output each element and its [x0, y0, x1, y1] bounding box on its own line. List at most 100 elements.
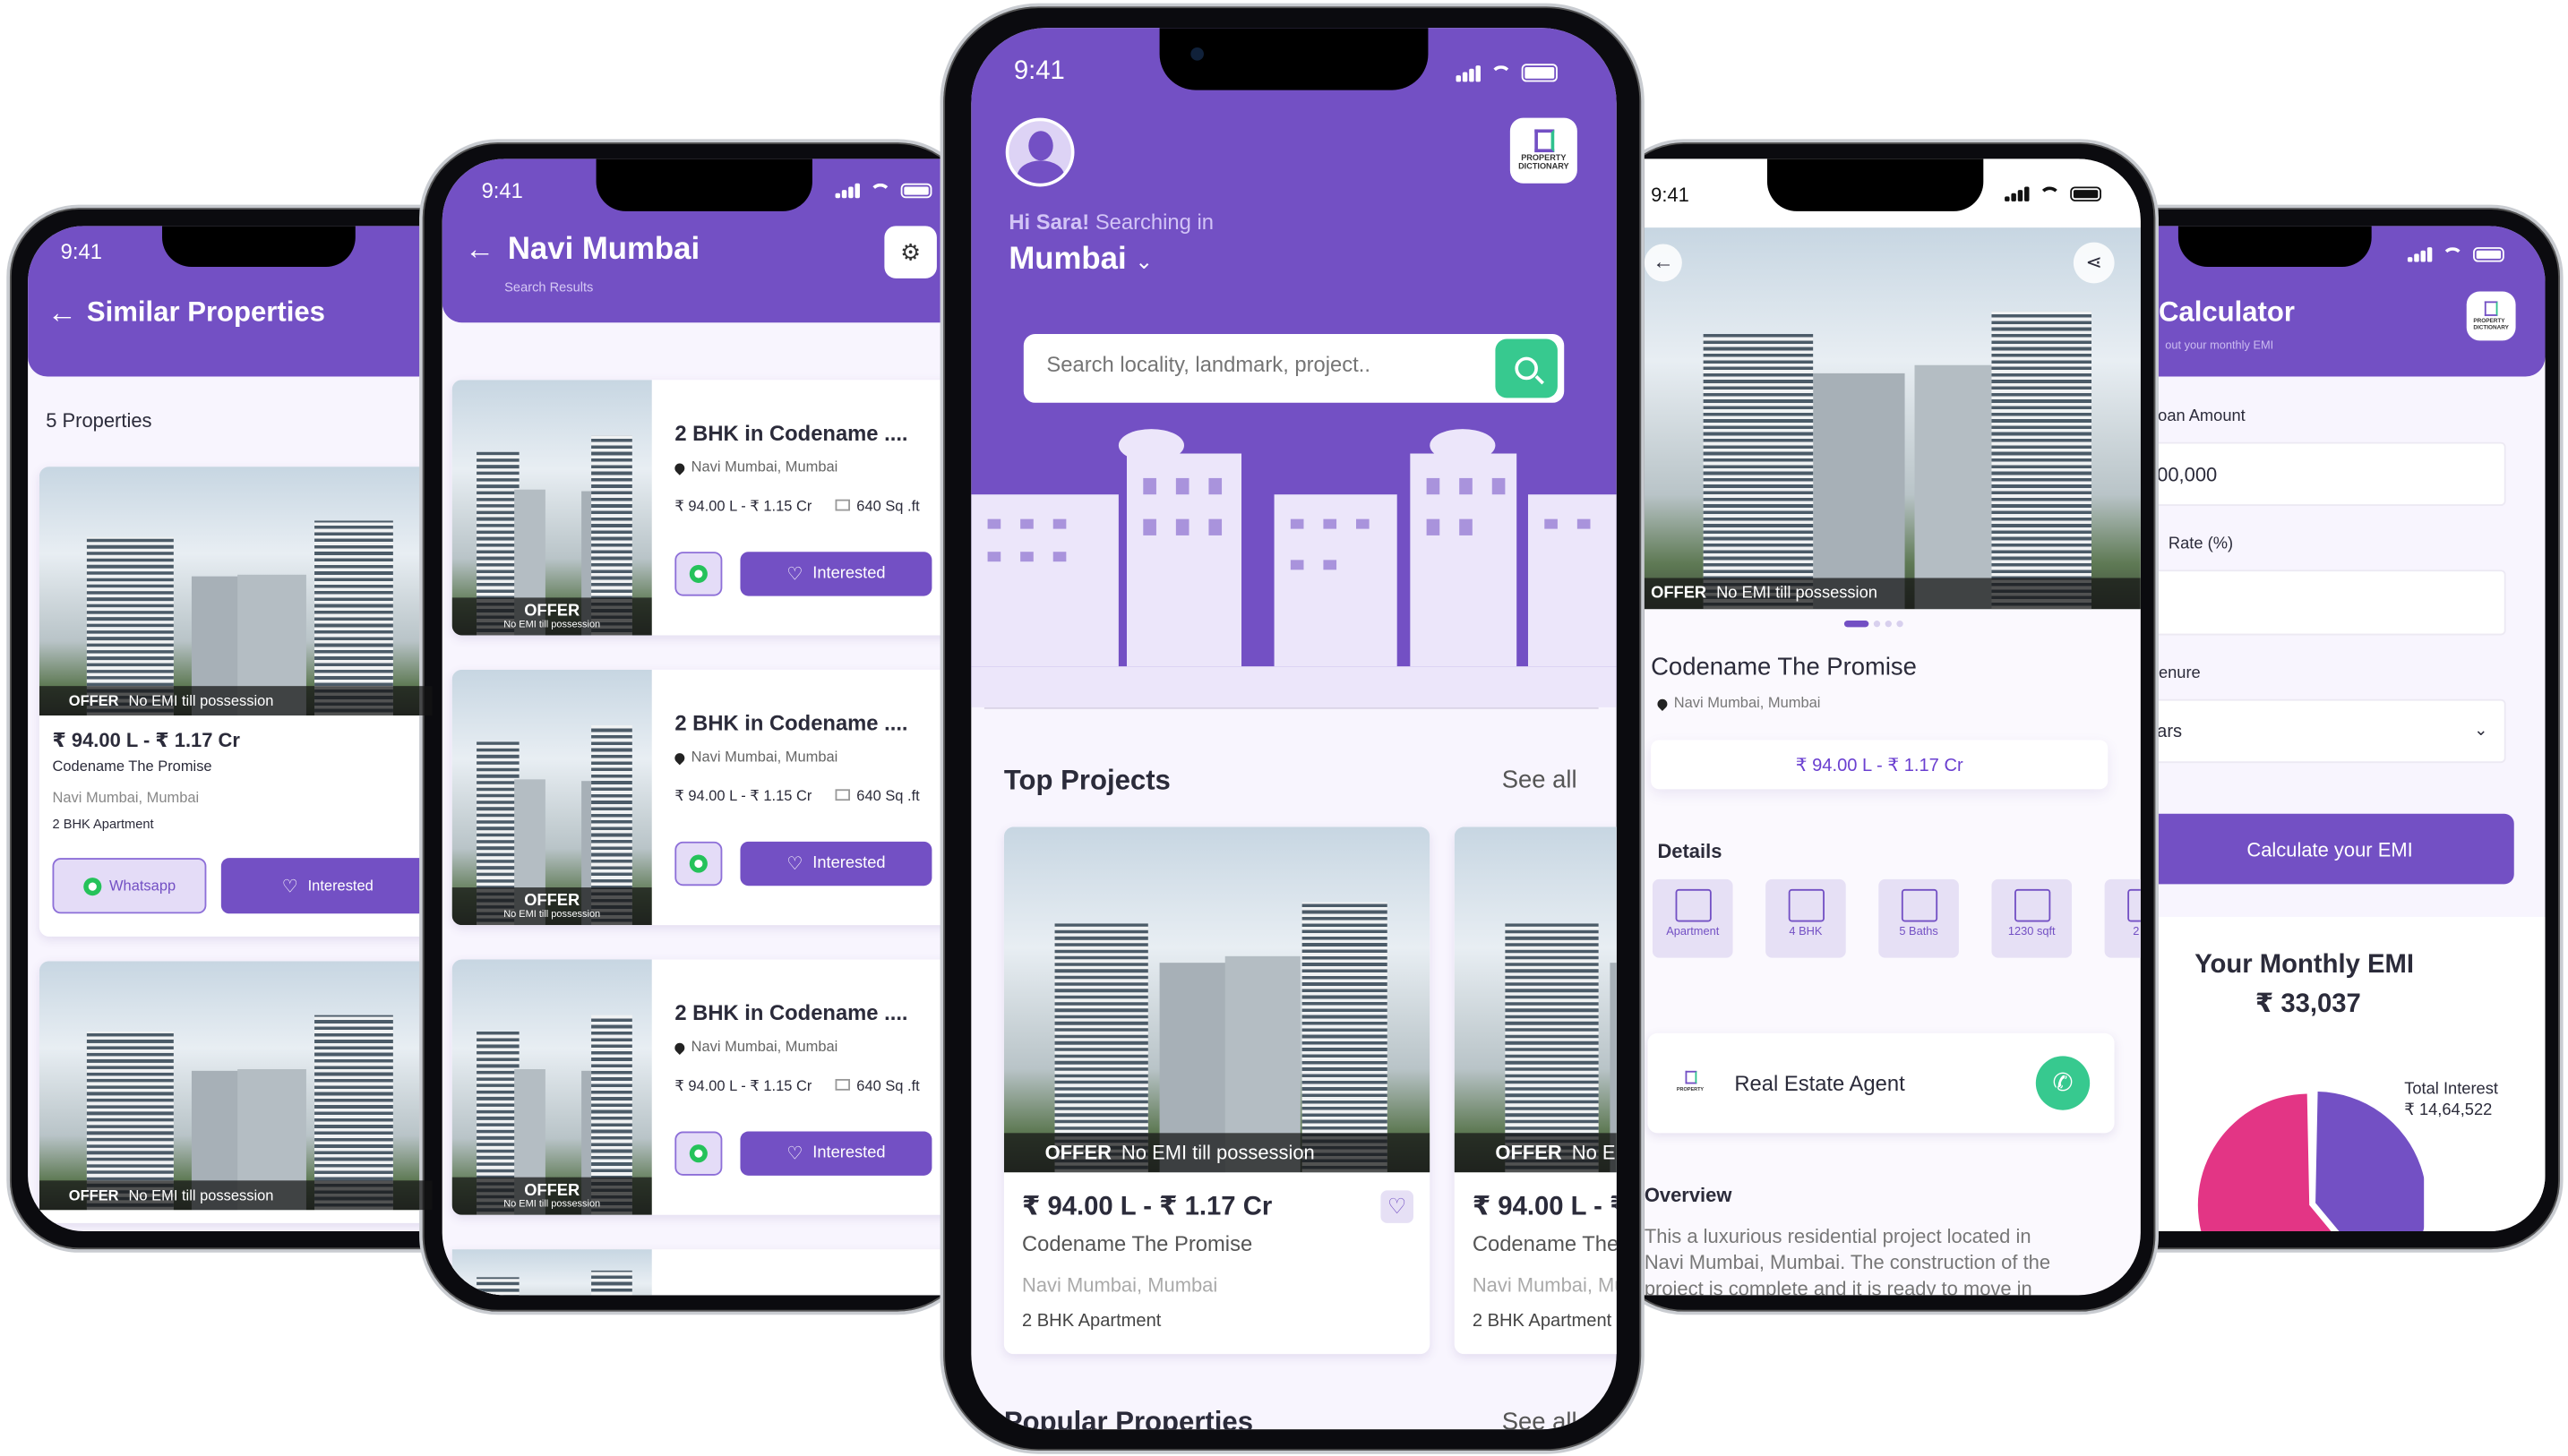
- back-arrow-icon[interactable]: ←: [47, 296, 77, 330]
- phone-icon: ✆: [2052, 1069, 2074, 1098]
- location: Navi Mumbai, Mumbai: [1655, 694, 1820, 711]
- result-title: 2 BHK in Codename ....: [674, 1000, 908, 1025]
- area-icon: [835, 1078, 850, 1091]
- agent-logo: PROPERTY: [1671, 1060, 1709, 1101]
- status-time: 9:41: [1651, 183, 1689, 207]
- detail-tile: Apartment: [1652, 878, 1733, 958]
- agent-card[interactable]: PROPERTY Real Estate Agent ✆: [1647, 1032, 2115, 1134]
- whatsapp-button[interactable]: [674, 1131, 723, 1176]
- property-photo: OFFERNo EMI till possession: [39, 467, 433, 716]
- result-card[interactable]: OFFER No EMI till possession 2 BHK in Cod…: [451, 959, 960, 1215]
- property-name: Codename The Promise: [52, 758, 212, 775]
- back-arrow-icon: ←: [1652, 248, 1674, 274]
- phone-home: 9:41 PROPERTY DICTIONARY Hi Sara! Searchi…: [940, 3, 1645, 1454]
- property-dictionary-logo: PROPERTY DICTIONARY: [2466, 291, 2516, 341]
- detail-icon: [2126, 888, 2141, 922]
- property-hero-photo: OFFER No EMI till possession: [1644, 227, 2141, 610]
- search-bar[interactable]: [1023, 334, 1565, 403]
- search-input[interactable]: [1046, 352, 1490, 377]
- tenure-select[interactable]: ars ⌄: [2145, 698, 2506, 764]
- property-photo: OFFERNo EMI till possession: [451, 959, 652, 1215]
- detail-icon: [1900, 888, 1937, 922]
- page-subtitle: Search Results: [504, 279, 594, 295]
- property-photo: OFFERNo EMI till possession: [451, 669, 652, 926]
- carousel-dot[interactable]: [1896, 621, 1903, 628]
- property-dictionary-logo: PROPERTY DICTIONARY: [1509, 117, 1577, 184]
- monthly-emi-value: ₹ 33,037: [2255, 990, 2361, 1019]
- location: Navi Mumbai, Mumbai: [673, 749, 837, 765]
- heart-icon: ♡: [1387, 1193, 1407, 1219]
- top-projects-title: Top Projects: [1003, 764, 1171, 796]
- monthly-emi-title: Your Monthly EMI: [2194, 951, 2415, 980]
- back-arrow-icon[interactable]: ←: [465, 233, 494, 267]
- status-time: 9:41: [481, 178, 523, 203]
- property-card[interactable]: OFFER No EMI till possession ₹ 94.00 L - …: [39, 467, 433, 937]
- tenure-label: enure: [2158, 664, 2201, 683]
- carousel-dot[interactable]: [1873, 621, 1881, 628]
- area: 640 Sq .ft: [835, 788, 920, 804]
- whatsapp-button[interactable]: [674, 841, 723, 886]
- loan-amount-input[interactable]: 00,000: [2145, 441, 2506, 507]
- location: Navi Mumbai, Mumbai: [673, 1038, 837, 1055]
- whatsapp-button[interactable]: Whatsapp: [52, 858, 207, 914]
- interested-button[interactable]: ♡ Interested: [740, 552, 932, 596]
- property-photo: OFFERNo EMI till possession: [1003, 826, 1430, 1173]
- location: Navi Mumbai, Mumbai: [1021, 1273, 1218, 1298]
- property-photo: OFFERNo EMI till possession: [1454, 826, 1617, 1173]
- calculate-emi-button[interactable]: Calculate your EMI: [2145, 813, 2514, 885]
- page-subtitle: out your monthly EMI: [2165, 340, 2274, 353]
- popular-properties-title: Popular Properties: [1003, 1406, 1254, 1430]
- location-pin-icon: [673, 460, 687, 475]
- see-all-link[interactable]: See all: [1502, 1409, 1577, 1430]
- location: Navi Mumbai, Mumbai: [52, 789, 200, 806]
- back-button[interactable]: ←: [1644, 244, 1682, 282]
- rate-input[interactable]: [2145, 570, 2506, 636]
- property-type: 2 BHK Apartment: [52, 817, 154, 832]
- interested-button[interactable]: ♡ Interested: [740, 841, 932, 886]
- whatsapp-icon: [689, 854, 708, 873]
- filter-button[interactable]: ⚙: [884, 226, 937, 278]
- location-pin-icon: [673, 1040, 687, 1055]
- city-selector[interactable]: Mumbai ⌄: [1009, 243, 1153, 278]
- property-type: 2 BHK Apartment: [1021, 1311, 1162, 1332]
- project-card[interactable]: OFFERNo EMI till possession ₹ 94.00 L - …: [1003, 826, 1430, 1355]
- greeting: Hi Sara! Searching in: [1009, 210, 1214, 235]
- favorite-button[interactable]: ♡: [1380, 1190, 1413, 1223]
- details-title: Details: [1657, 840, 1722, 863]
- phone-property-detail: 9:41 OFFER No EMI till possession ← ⋖ Cod…: [1604, 139, 2159, 1315]
- property-name: Codename The Promise: [1021, 1231, 1253, 1256]
- share-button[interactable]: ⋖: [2073, 242, 2115, 284]
- property-name: Codename The Promise: [1472, 1231, 1617, 1256]
- carousel-dots[interactable]: [1843, 621, 1903, 628]
- interested-button[interactable]: ♡ Interested: [740, 1131, 932, 1176]
- result-card[interactable]: OFFER No EMI till possession 2 BHK in Cod…: [451, 669, 960, 926]
- whatsapp-button[interactable]: [674, 552, 723, 596]
- result-title: 2 BHK in Codename ....: [674, 710, 908, 735]
- detail-tile: 1230 sqft: [1991, 878, 2073, 958]
- price: ₹ 94.00 L - ₹ 1.15 Cr: [674, 497, 812, 515]
- property-card[interactable]: OFFER No EMI till possession: [39, 961, 433, 1223]
- carousel-dot[interactable]: [1843, 621, 1869, 628]
- property-photo: OFFERNo EMI till possession: [451, 380, 652, 636]
- interested-button[interactable]: ♡ Interested: [220, 858, 433, 914]
- heart-icon: ♡: [786, 564, 803, 585]
- result-card[interactable]: [451, 1249, 960, 1296]
- overview-text: This a luxurious residential project loc…: [1644, 1224, 2051, 1296]
- project-card[interactable]: OFFERNo EMI till possession ₹ 94.00 L - …: [1454, 826, 1617, 1355]
- search-button[interactable]: [1495, 338, 1558, 398]
- pie-slice-interest: [2315, 1092, 2425, 1232]
- heart-icon: ♡: [786, 1144, 803, 1165]
- whatsapp-icon: [82, 877, 101, 895]
- overview-title: Overview: [1644, 1184, 1732, 1207]
- see-all-link[interactable]: See all: [1502, 767, 1577, 794]
- property-photo: [451, 1249, 652, 1296]
- call-button[interactable]: ✆: [2035, 1056, 2091, 1110]
- area: 640 Sq .ft: [835, 1077, 920, 1093]
- result-card[interactable]: OFFER No EMI till possession 2 BHK in Cod…: [451, 380, 960, 636]
- avatar[interactable]: [1005, 117, 1075, 187]
- carousel-dot[interactable]: [1885, 621, 1892, 628]
- emi-pie-chart: [2197, 1092, 2425, 1232]
- location: Navi Mumbai, Mumbai: [1472, 1273, 1617, 1298]
- share-icon: ⋖: [2085, 250, 2102, 274]
- agent-name: Real Estate Agent: [1734, 1070, 1905, 1096]
